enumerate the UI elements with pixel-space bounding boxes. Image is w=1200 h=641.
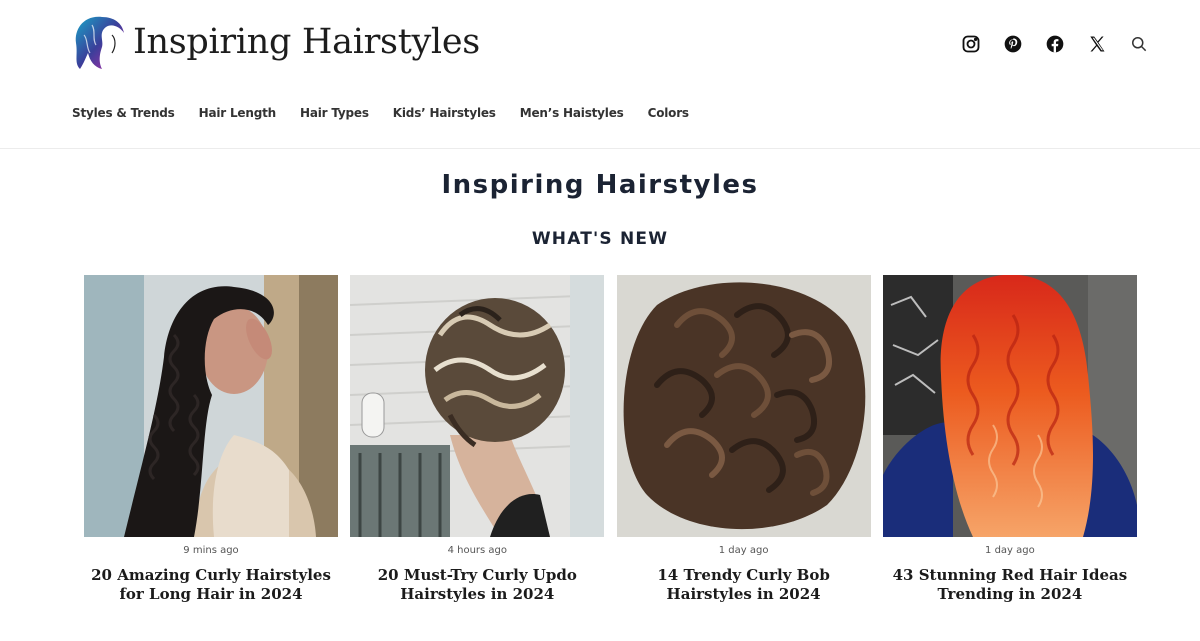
logo-woman-hair-icon xyxy=(75,16,124,69)
post-thumbnail[interactable] xyxy=(350,275,605,537)
post-time: 1 day ago xyxy=(985,545,1035,556)
post-title[interactable]: 14 Trendy Curly Bob Hairstyles in 2024 xyxy=(617,566,871,604)
post-card: 1 day ago 43 Stunning Red Hair Ideas Tre… xyxy=(882,275,1137,604)
section-title: WHAT'S NEW xyxy=(531,229,669,249)
post-thumbnail[interactable] xyxy=(84,275,338,537)
pinterest-icon[interactable] xyxy=(1002,33,1024,55)
nav-item-kids-hairstyles[interactable]: Kids’ Hairstyles xyxy=(393,106,496,120)
post-grid: 9 mins ago 20 Amazing Curly Hairstyles f… xyxy=(84,275,1137,604)
post-thumbnail[interactable] xyxy=(616,275,871,537)
curly-long-hair-photo xyxy=(84,275,338,537)
main-nav: Styles & Trends Hair Length Hair Types K… xyxy=(72,106,713,120)
x-icon[interactable] xyxy=(1086,33,1108,55)
post-card: 1 day ago 14 Trendy Curly Bob Hairstyles… xyxy=(616,275,871,604)
post-time: 4 hours ago xyxy=(447,545,508,556)
page-title: Inspiring Hairstyles xyxy=(441,170,759,200)
post-title[interactable]: 43 Stunning Red Hair Ideas Trending in 2… xyxy=(883,566,1137,604)
nav-item-hair-length[interactable]: Hair Length xyxy=(199,106,277,120)
post-thumbnail[interactable] xyxy=(882,275,1137,537)
post-time: 1 day ago xyxy=(718,545,769,556)
header-icons xyxy=(940,33,1150,55)
site-logo[interactable]: Inspiring Hairstyles xyxy=(72,13,480,71)
post-card: 9 mins ago 20 Amazing Curly Hairstyles f… xyxy=(84,275,338,604)
nav-item-mens-hairstyles[interactable]: Men’s Haistyles xyxy=(520,106,624,120)
facebook-icon[interactable] xyxy=(1044,33,1066,55)
nav-item-hair-types[interactable]: Hair Types xyxy=(300,106,369,120)
nav-item-colors[interactable]: Colors xyxy=(648,106,689,120)
curly-updo-photo xyxy=(350,275,605,537)
post-title[interactable]: 20 Must-Try Curly Updo Hairstyles in 202… xyxy=(350,566,604,604)
search-icon[interactable] xyxy=(1128,33,1150,55)
site-header: Inspiring Hairstyles Styles & Trends Hai… xyxy=(0,0,1200,149)
post-card: 4 hours ago 20 Must-Try Curly Updo Hairs… xyxy=(350,275,605,604)
post-title[interactable]: 20 Amazing Curly Hairstyles for Long Hai… xyxy=(84,566,338,604)
logo-text: Inspiring Hairstyles xyxy=(133,22,480,62)
nav-item-styles-trends[interactable]: Styles & Trends xyxy=(72,106,175,120)
red-hair-photo xyxy=(882,275,1137,537)
post-time: 9 mins ago xyxy=(183,545,239,556)
curly-bob-photo xyxy=(616,275,871,537)
instagram-icon[interactable] xyxy=(960,33,982,55)
